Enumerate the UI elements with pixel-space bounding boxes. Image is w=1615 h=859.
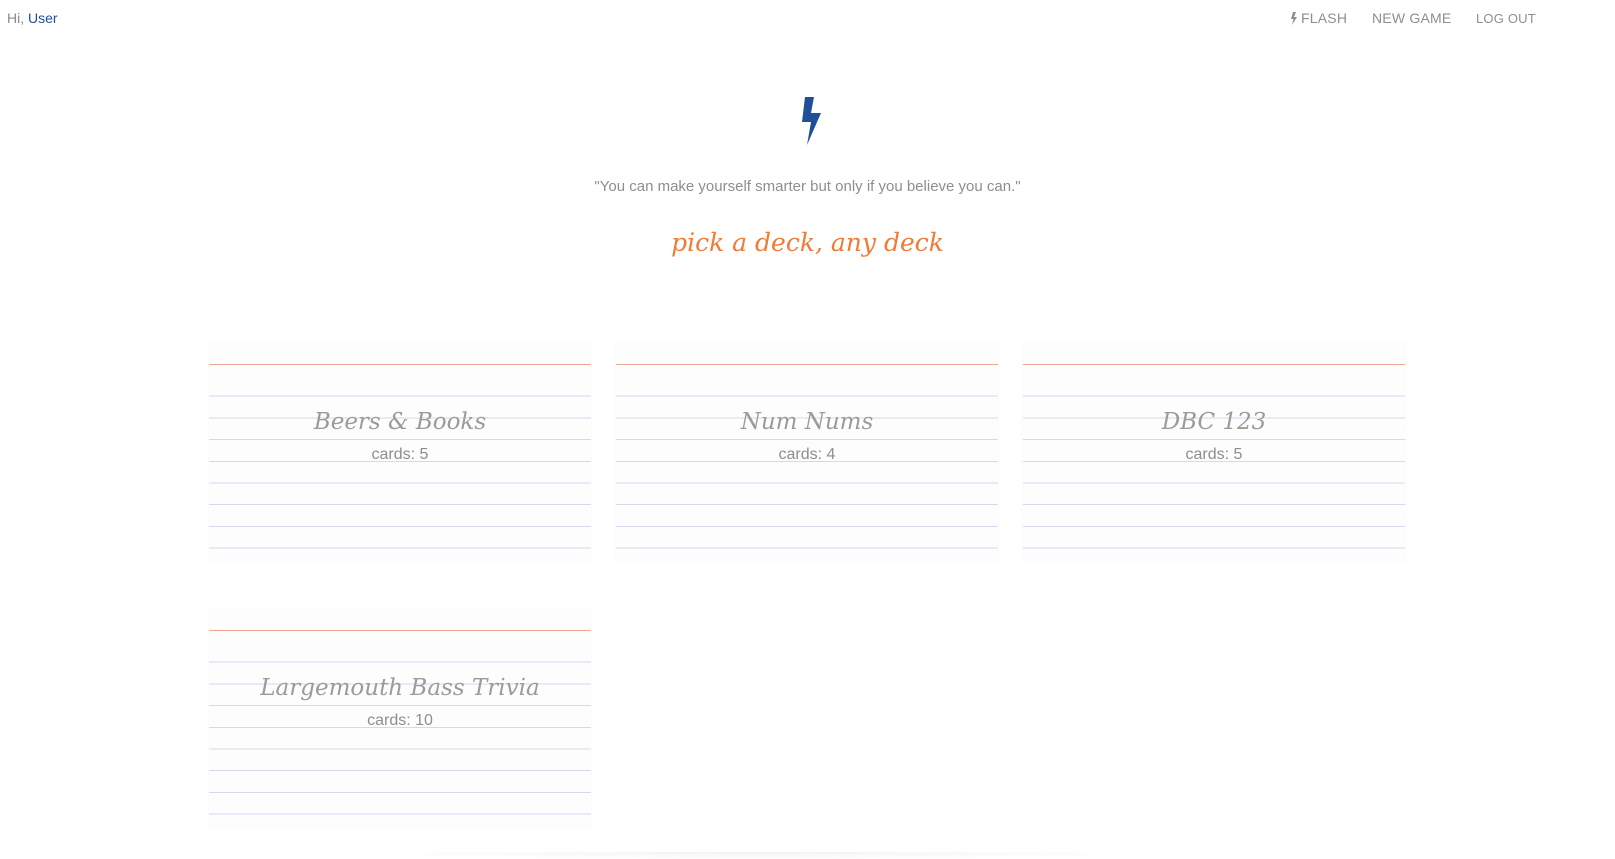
page-tagline: pick a deck, any deck <box>671 228 944 257</box>
deck-title: DBC 123 <box>1161 409 1267 435</box>
nav-logout-label: LOG OUT <box>1476 10 1536 26</box>
motivational-quote: "You can make yourself smarter but only … <box>594 178 1021 195</box>
deck-card[interactable]: Beers & Books cards: 5 <box>209 343 591 562</box>
nav-new-game-label: NEW GAME <box>1372 10 1452 26</box>
page: Hi, User FLASH NEW GAME LOG OUT "You can… <box>0 0 1615 859</box>
nav-new-game-link[interactable]: NEW GAME <box>1372 10 1476 26</box>
lightning-bolt-icon <box>802 97 821 145</box>
deck-card[interactable]: Num Nums cards: 4 <box>616 343 998 562</box>
deck-card[interactable]: DBC 123 cards: 5 <box>1023 343 1405 562</box>
deck-card-count: cards: 5 <box>1185 446 1243 463</box>
deck-card-count: cards: 10 <box>367 712 433 729</box>
deck-card[interactable]: Largemouth Bass Trivia cards: 10 <box>209 609 591 828</box>
top-nav: FLASH NEW GAME LOG OUT <box>1290 10 1536 26</box>
deck-title: Beers & Books <box>313 409 487 435</box>
user-name-link[interactable]: User <box>28 10 58 26</box>
deck-title: Num Nums <box>740 409 874 435</box>
nav-flash-link[interactable]: FLASH <box>1290 10 1362 26</box>
greeting-prefix: Hi, <box>7 10 28 26</box>
nav-logout-link[interactable]: LOG OUT <box>1476 11 1536 26</box>
nav-flash-label: FLASH <box>1301 10 1348 26</box>
deck-title: Largemouth Bass Trivia <box>260 675 540 701</box>
deck-card-count: cards: 5 <box>371 446 429 463</box>
deck-card-count: cards: 4 <box>778 446 836 463</box>
user-greeting: Hi, User <box>7 10 58 26</box>
footer-shadow <box>340 852 1170 859</box>
lightning-bolt-icon <box>1291 11 1297 25</box>
